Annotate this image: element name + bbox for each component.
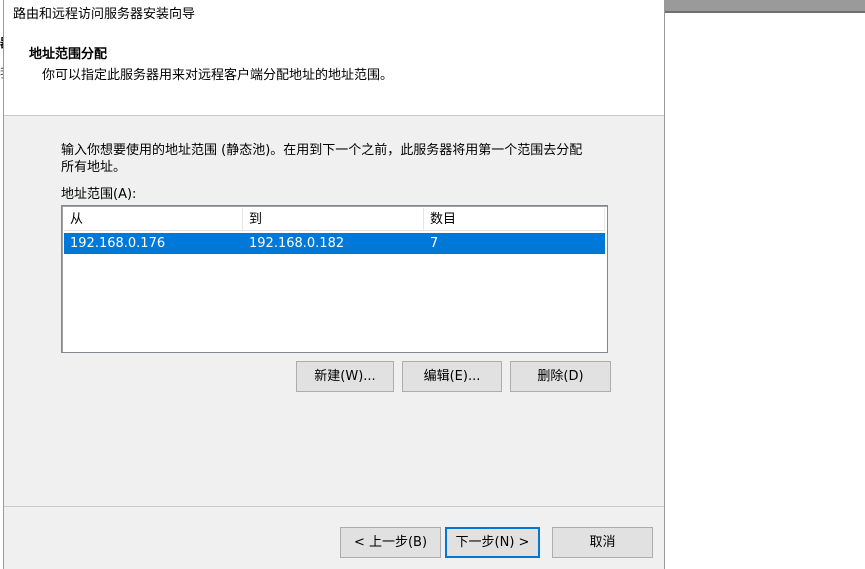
delete-button[interactable]: 删除(D)	[510, 361, 611, 392]
wizard-header: 地址范围分配 你可以指定此服务器用来对远程客户端分配地址的地址范围。	[4, 30, 664, 116]
list-header: 从 到 数目	[64, 208, 605, 231]
instruction-text: 输入你想要使用的地址范围 (静态池)。在用到下一个之前，此服务器将用第一个范围去…	[61, 142, 621, 176]
cell-from: 192.168.0.176	[70, 236, 166, 251]
cancel-button[interactable]: 取消	[552, 527, 653, 558]
next-button[interactable]: 下一步(N) >	[445, 527, 540, 558]
instruction-line-2: 所有地址。	[61, 160, 127, 175]
wizard-dialog: 路由和远程访问服务器安装向导 地址范围分配 你可以指定此服务器用来对远程客户端分…	[3, 0, 665, 569]
column-header-to[interactable]: 到	[243, 208, 424, 231]
column-header-from[interactable]: 从	[64, 208, 243, 231]
column-header-count[interactable]: 数目	[424, 208, 605, 231]
footer-divider	[4, 506, 664, 507]
window-title: 路由和远程访问服务器安装向导	[4, 0, 664, 30]
back-button[interactable]: < 上一步(B)	[340, 527, 441, 558]
instruction-line-1: 输入你想要使用的地址范围 (静态池)。在用到下一个之前，此服务器将用第一个范围去…	[61, 143, 583, 158]
background-window-titlebar	[664, 0, 865, 13]
table-row[interactable]: 192.168.0.176 192.168.0.182 7	[64, 233, 605, 254]
cell-count: 7	[430, 236, 439, 251]
new-button[interactable]: 新建(W)...	[296, 361, 394, 392]
edit-button[interactable]: 编辑(E)...	[402, 361, 502, 392]
page-title: 地址范围分配	[29, 47, 108, 62]
address-range-label: 地址范围(A):	[61, 187, 137, 202]
address-range-list[interactable]: 从 到 数目 192.168.0.176 192.168.0.182 7	[61, 205, 608, 353]
cell-to: 192.168.0.182	[249, 236, 345, 251]
page-subtitle: 你可以指定此服务器用来对远程客户端分配地址的地址范围。	[42, 68, 394, 83]
